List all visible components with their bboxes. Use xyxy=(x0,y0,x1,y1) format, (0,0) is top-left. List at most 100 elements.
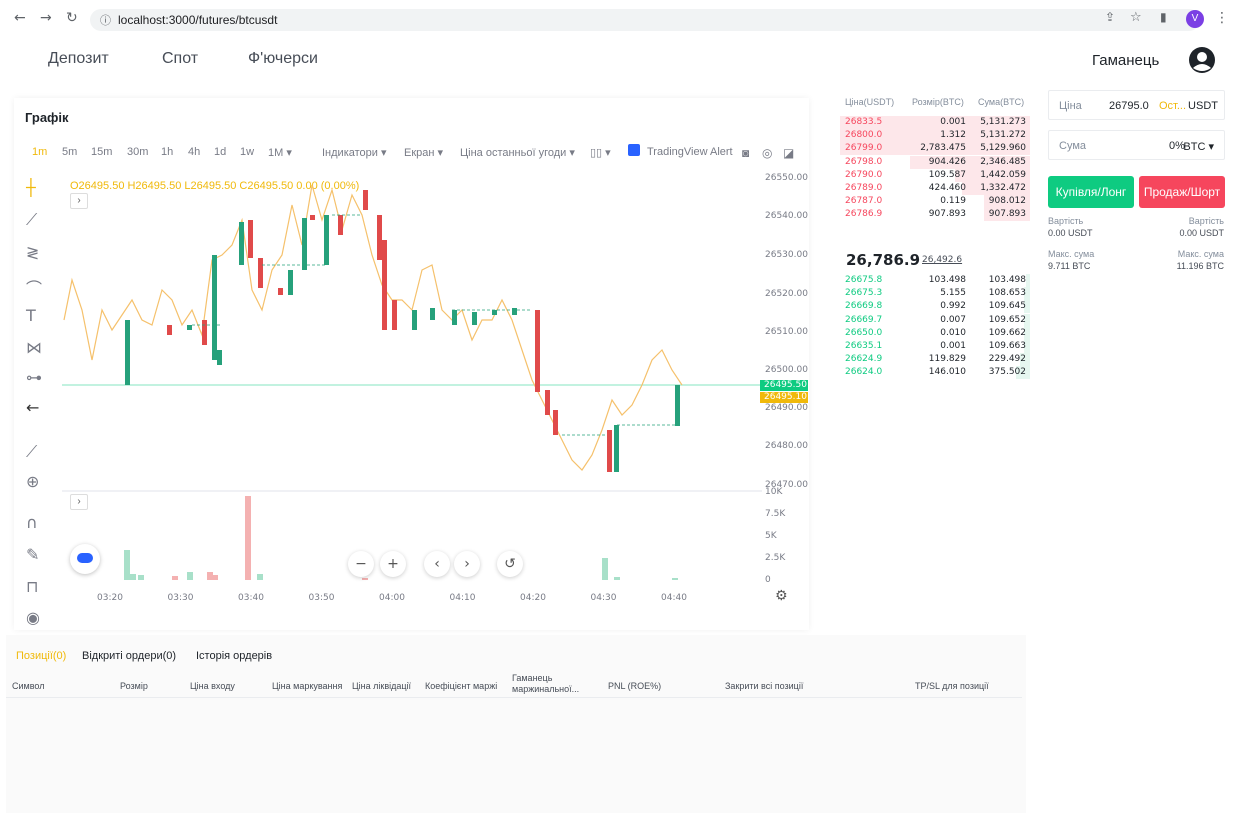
back-icon[interactable]: ← xyxy=(14,10,26,26)
amount-field[interactable]: Сума 0% BTC ▾ xyxy=(1048,130,1225,160)
unlock-icon[interactable]: ⊓ xyxy=(26,577,38,596)
reload-icon[interactable]: ↻ xyxy=(66,10,78,26)
nav-deposit[interactable]: Депозит xyxy=(48,50,109,68)
alert-clock-icon[interactable] xyxy=(628,144,640,156)
nav-futures[interactable]: Ф'ючерси xyxy=(248,50,318,68)
asks-price: 26790.0 xyxy=(845,169,883,180)
bids-row[interactable]: 26669.7 0.007 109.652 xyxy=(840,313,1030,327)
bids-row[interactable]: 26675.8 103.498 103.498 xyxy=(840,274,1030,287)
asks-row[interactable]: 26787.0 0.119 908.012 xyxy=(840,195,1030,209)
side-panel-icon[interactable]: ▮ xyxy=(1160,10,1167,24)
screen-menu[interactable]: Екран ▾ xyxy=(404,146,443,159)
timeframe-1[interactable]: 5m xyxy=(62,146,77,158)
asks-price: 26833.5 xyxy=(845,117,883,127)
bids-price: 26669.7 xyxy=(845,314,883,325)
arrow-back-icon[interactable]: ← xyxy=(26,398,39,417)
measure-icon[interactable]: ⊶ xyxy=(26,368,42,387)
timeframe-3[interactable]: 30m xyxy=(127,146,148,158)
timeframe-7[interactable]: 1w xyxy=(240,146,254,158)
zoom-in-icon[interactable]: ⊕ xyxy=(26,472,39,491)
bookmark-star-icon[interactable]: ☆ xyxy=(1130,10,1142,25)
fullscreen-icon[interactable]: ◪ xyxy=(783,146,794,160)
amount-unit-select[interactable]: BTC ▾ xyxy=(1183,140,1214,153)
magnet-icon[interactable]: ∩ xyxy=(26,513,38,532)
bids-size: 146.010 xyxy=(928,367,966,378)
col-7: PNL (ROE%) xyxy=(608,681,662,691)
timeframe-4[interactable]: 1h xyxy=(161,146,173,158)
bids-row[interactable]: 26650.0 0.010 109.662 xyxy=(840,326,1030,340)
trendline-icon[interactable]: ⟋ xyxy=(26,210,37,230)
account-icon[interactable] xyxy=(1188,46,1216,74)
timeframe-2[interactable]: 15m xyxy=(91,146,112,158)
pattern-icon[interactable]: ⋈ xyxy=(26,338,42,357)
asks-row[interactable]: 26798.0 904.426 2,346.485 xyxy=(840,155,1030,169)
brush-icon[interactable]: ⌒ xyxy=(26,275,42,299)
forward-icon[interactable]: → xyxy=(40,10,52,26)
asks-total: 5,131.272 xyxy=(980,130,1026,141)
more-menu-icon[interactable]: ⋮ xyxy=(1215,10,1229,26)
ob-header-total: Сума(BTC) xyxy=(978,97,1025,107)
price-axis-label: 26530.00 xyxy=(765,250,808,260)
asks-row[interactable]: 26790.0 109.587 1,442.059 xyxy=(840,168,1030,182)
chart-settings-gear-icon[interactable]: ⚙ xyxy=(775,588,788,604)
camera-icon[interactable]: ◙ xyxy=(742,146,749,160)
fib-icon[interactable]: ≷ xyxy=(26,243,39,262)
bids-size: 0.001 xyxy=(940,341,966,351)
scroll-right-button[interactable]: › xyxy=(454,551,480,577)
profile-avatar[interactable]: V xyxy=(1186,10,1204,28)
candle xyxy=(202,320,207,345)
buy-long-button[interactable]: Купівля/Лонг xyxy=(1048,176,1134,208)
asks-size: 0.119 xyxy=(940,196,966,207)
tab-open-orders[interactable]: Відкриті ордери(0) xyxy=(82,650,176,662)
asks-row[interactable]: 26789.0 424.460 1,332.472 xyxy=(840,182,1030,195)
candle xyxy=(382,240,387,330)
asks-row[interactable]: 26799.0 2,783.475 5,129.960 xyxy=(840,142,1030,156)
indicators-menu[interactable]: Індикатори ▾ xyxy=(322,146,387,159)
candle xyxy=(535,310,540,392)
zoom-in-button[interactable]: + xyxy=(380,551,406,577)
lock-drawing-icon[interactable]: ✎ xyxy=(26,545,39,564)
timeframe-0[interactable]: 1m xyxy=(32,146,47,158)
tab-positions[interactable]: Позиції(0) xyxy=(16,650,66,662)
bids-row[interactable]: 26675.3 5.155 108.653 xyxy=(840,287,1030,301)
price-input[interactable]: 26795.0 xyxy=(1109,100,1149,112)
bids-row[interactable]: 26669.8 0.992 109.645 xyxy=(840,300,1030,314)
scroll-left-button[interactable]: ‹ xyxy=(424,551,450,577)
timeframe-6[interactable]: 1d xyxy=(214,146,226,158)
reset-chart-button[interactable]: ↺ xyxy=(497,551,523,577)
ruler-icon[interactable]: ⟋ xyxy=(26,442,37,462)
col-8[interactable]: Закрити всі позиції xyxy=(725,681,803,691)
tradingview-alert-button[interactable]: TradingView Alert xyxy=(647,146,733,158)
ob-last-price: 26,786.9 xyxy=(846,251,921,269)
time-axis-label: 03:20 xyxy=(97,593,123,603)
zoom-out-button[interactable]: − xyxy=(348,551,374,577)
last-price-menu[interactable]: Ціна останньої угоди ▾ xyxy=(460,146,575,159)
price-type-select[interactable]: Ост... xyxy=(1159,100,1186,112)
asks-row[interactable]: 26800.0 1.312 5,131.272 xyxy=(840,129,1030,143)
tab-order-history[interactable]: Історія ордерів xyxy=(196,650,272,662)
crosshair-icon[interactable]: ┼ xyxy=(26,178,36,197)
bids-row[interactable]: 26624.0 146.010 375.502 xyxy=(840,366,1030,380)
sell-cost-label: Вартість xyxy=(1188,216,1224,226)
sell-short-button[interactable]: Продаж/Шорт xyxy=(1139,176,1225,208)
bids-row[interactable]: 26635.1 0.001 109.663 xyxy=(840,340,1030,353)
settings-icon[interactable]: ◎ xyxy=(762,146,772,160)
ob-mark-price[interactable]: 26,492.6 xyxy=(922,255,962,265)
text-tool-icon[interactable]: T xyxy=(26,306,36,325)
price-field[interactable]: Ціна 26795.0 Ост... USDT xyxy=(1048,90,1225,120)
nav-wallet[interactable]: Гаманець xyxy=(1092,52,1159,69)
share-icon[interactable]: ⇪ xyxy=(1105,10,1115,24)
asks-row[interactable]: 26786.9 907.893 907.893 xyxy=(840,208,1030,222)
col-9[interactable]: TP/SL для позиції xyxy=(915,681,989,691)
asks-row[interactable]: 26833.5 0.001 5,131.273 xyxy=(840,116,1030,129)
candle-type-icon[interactable]: ▯▯ ▾ xyxy=(590,146,611,159)
nav-spot[interactable]: Спот xyxy=(162,50,198,68)
eye-icon[interactable]: ◉ xyxy=(26,608,40,627)
bids-size: 0.010 xyxy=(940,327,966,338)
bids-row[interactable]: 26624.9 119.829 229.492 xyxy=(840,353,1030,367)
info-icon[interactable]: ⓘ xyxy=(100,12,111,28)
timeframe-8[interactable]: 1M ▾ xyxy=(268,146,292,159)
timeframe-5[interactable]: 4h xyxy=(188,146,200,158)
price-chart[interactable] xyxy=(62,160,762,590)
url-text[interactable]: localhost:3000/futures/btcusdt xyxy=(118,13,277,27)
